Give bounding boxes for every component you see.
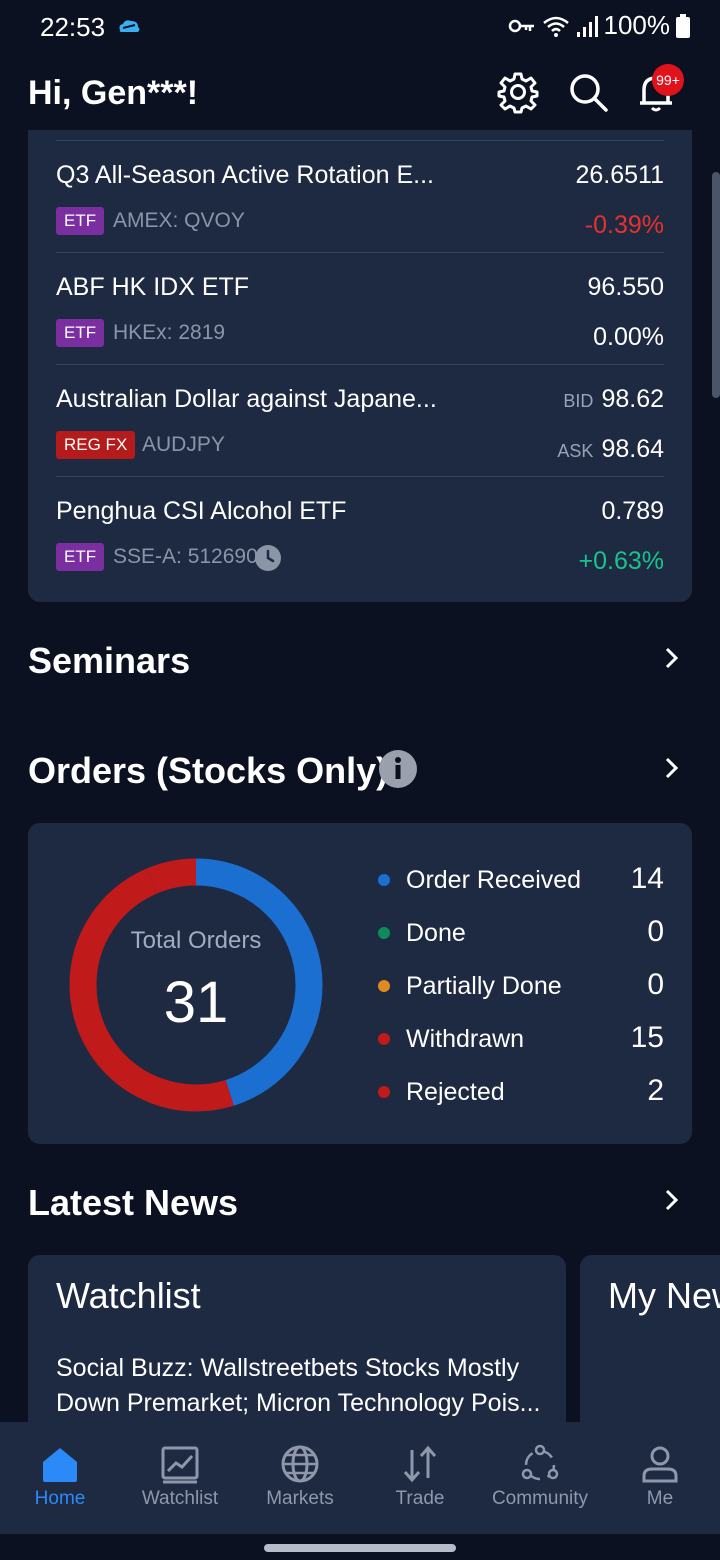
news-card-my-news[interactable]: My New bbox=[580, 1255, 720, 1445]
bid-value: 98.62 bbox=[601, 385, 664, 413]
watchlist-row[interactable]: ABF HK IDX ETF 96.550 ETF HKEx: 2819 0.0… bbox=[56, 252, 664, 365]
nav-community[interactable]: Community bbox=[480, 1422, 600, 1534]
home-icon bbox=[43, 1448, 77, 1482]
bottom-navigation: Home Watchlist Markets Trade Community M… bbox=[0, 1422, 720, 1534]
nav-markets[interactable]: Markets bbox=[240, 1422, 360, 1534]
legend-value: 14 bbox=[630, 862, 664, 895]
status-bar: 22:53 100% bbox=[0, 0, 720, 56]
price-change: 0.00% bbox=[593, 323, 664, 351]
app-header: Hi, Gen***! bbox=[0, 56, 720, 132]
legend-value: 2 bbox=[647, 1074, 664, 1107]
legend-dot bbox=[378, 1033, 390, 1045]
person-icon bbox=[642, 1446, 678, 1483]
nav-home[interactable]: Home bbox=[0, 1422, 120, 1534]
bid-label: BID bbox=[563, 391, 594, 411]
legend-dot bbox=[378, 927, 390, 939]
nav-trade[interactable]: Trade bbox=[360, 1422, 480, 1534]
legend-item: Order Received 14 bbox=[378, 860, 664, 900]
battery-icon bbox=[676, 13, 690, 38]
legend-item: Withdrawn 15 bbox=[378, 1019, 664, 1059]
news-card-title: Watchlist bbox=[56, 1275, 201, 1316]
ask-label: ASK bbox=[557, 441, 594, 461]
legend-dot bbox=[378, 980, 390, 992]
bid-quote: BID 98.62 bbox=[563, 385, 664, 414]
nav-label: Community bbox=[491, 1488, 589, 1509]
chevron-right-icon[interactable] bbox=[662, 1188, 682, 1212]
nav-label: Markets bbox=[266, 1488, 334, 1509]
asset-type-tag: ETF bbox=[56, 319, 105, 347]
legend-label: Done bbox=[406, 919, 466, 947]
security-code: SSE-A: 512690 bbox=[113, 545, 258, 568]
security-code: AUDJPY bbox=[142, 433, 225, 456]
chart-icon bbox=[161, 1446, 199, 1484]
legend-value: 0 bbox=[647, 915, 664, 948]
latest-news-title[interactable]: Latest News bbox=[28, 1182, 238, 1224]
security-price: 26.6511 bbox=[575, 161, 664, 189]
battery-percentage: 100% bbox=[603, 10, 671, 40]
security-code: HKEx: 2819 bbox=[113, 321, 226, 344]
security-price: 0.789 bbox=[601, 497, 664, 525]
legend-label: Partially Done bbox=[406, 972, 562, 1000]
nav-label: Me bbox=[646, 1488, 674, 1509]
nav-label: Home bbox=[34, 1488, 86, 1509]
key-icon bbox=[508, 19, 534, 32]
scroll-indicator[interactable] bbox=[712, 172, 720, 398]
watchlist-row[interactable]: Q3 All-Season Active Rotation E... 26.65… bbox=[56, 140, 664, 253]
notification-badge: 99+ bbox=[652, 64, 684, 96]
legend-dot bbox=[378, 874, 390, 886]
price-change: +0.63% bbox=[578, 547, 665, 575]
watchlist-row[interactable]: Australian Dollar against Japane... BID 9… bbox=[56, 364, 664, 477]
nav-label: Watchlist bbox=[141, 1488, 219, 1509]
legend-label: Order Received bbox=[406, 866, 582, 894]
chevron-right-icon[interactable] bbox=[662, 646, 682, 670]
nav-me[interactable]: Me bbox=[600, 1422, 720, 1534]
asset-type-tag: ETF bbox=[56, 543, 105, 571]
ask-quote: ASK 98.64 bbox=[557, 435, 664, 464]
nav-watchlist[interactable]: Watchlist bbox=[120, 1422, 240, 1534]
search-icon[interactable] bbox=[566, 70, 610, 114]
info-icon[interactable] bbox=[379, 750, 417, 788]
trade-arrows-icon bbox=[403, 1445, 437, 1483]
community-icon bbox=[521, 1444, 559, 1481]
ask-value: 98.64 bbox=[601, 435, 664, 463]
legend-label: Rejected bbox=[406, 1078, 505, 1106]
news-card-title: My New bbox=[608, 1275, 720, 1316]
total-orders-label: Total Orders bbox=[130, 927, 262, 954]
asset-type-tag: ETF bbox=[56, 207, 105, 235]
gear-icon[interactable] bbox=[496, 70, 540, 114]
watchlist-row[interactable]: Penghua CSI Alcohol ETF 0.789 ETF SSE-A:… bbox=[56, 476, 664, 589]
home-indicator[interactable] bbox=[264, 1544, 456, 1552]
legend-dot bbox=[378, 1086, 390, 1098]
security-name: Penghua CSI Alcohol ETF bbox=[56, 497, 347, 525]
news-headline[interactable]: Social Buzz: Wallstreetbets Stocks Mostl… bbox=[56, 1351, 556, 1421]
orders-title[interactable]: Orders (Stocks Only) bbox=[28, 750, 388, 792]
greeting: Hi, Gen***! bbox=[28, 74, 199, 112]
legend-item: Rejected 2 bbox=[378, 1072, 664, 1112]
chevron-right-icon[interactable] bbox=[662, 756, 682, 780]
signal-icon bbox=[576, 15, 598, 37]
orders-summary-card[interactable]: Total Orders 31 Order Received 14 Done 0… bbox=[28, 823, 692, 1144]
legend-item: Partially Done 0 bbox=[378, 966, 664, 1006]
clock-icon bbox=[255, 545, 281, 571]
legend-label: Withdrawn bbox=[406, 1025, 525, 1053]
security-name: Q3 All-Season Active Rotation E... bbox=[56, 161, 434, 189]
seminars-title[interactable]: Seminars bbox=[28, 640, 190, 682]
legend-value: 0 bbox=[647, 968, 664, 1001]
cloud-icon bbox=[119, 20, 140, 32]
asset-type-tag: REG FX bbox=[56, 431, 136, 459]
security-code: AMEX: QVOY bbox=[113, 209, 245, 232]
news-card-watchlist[interactable]: Watchlist Social Buzz: Wallstreetbets St… bbox=[28, 1255, 566, 1445]
security-name: Australian Dollar against Japane... bbox=[56, 385, 437, 413]
status-time: 22:53 bbox=[40, 12, 106, 42]
wifi-icon bbox=[542, 16, 569, 37]
security-price: 96.550 bbox=[587, 273, 664, 301]
nav-label: Trade bbox=[395, 1488, 445, 1509]
watchlist-card: Q3 All-Season Active Rotation E... 26.65… bbox=[28, 130, 692, 602]
legend-item: Done 0 bbox=[378, 913, 664, 953]
total-orders-value: 31 bbox=[163, 970, 229, 1035]
security-name: ABF HK IDX ETF bbox=[56, 273, 250, 301]
legend-value: 15 bbox=[630, 1021, 664, 1054]
price-change: -0.39% bbox=[584, 211, 664, 239]
globe-icon bbox=[281, 1445, 319, 1483]
